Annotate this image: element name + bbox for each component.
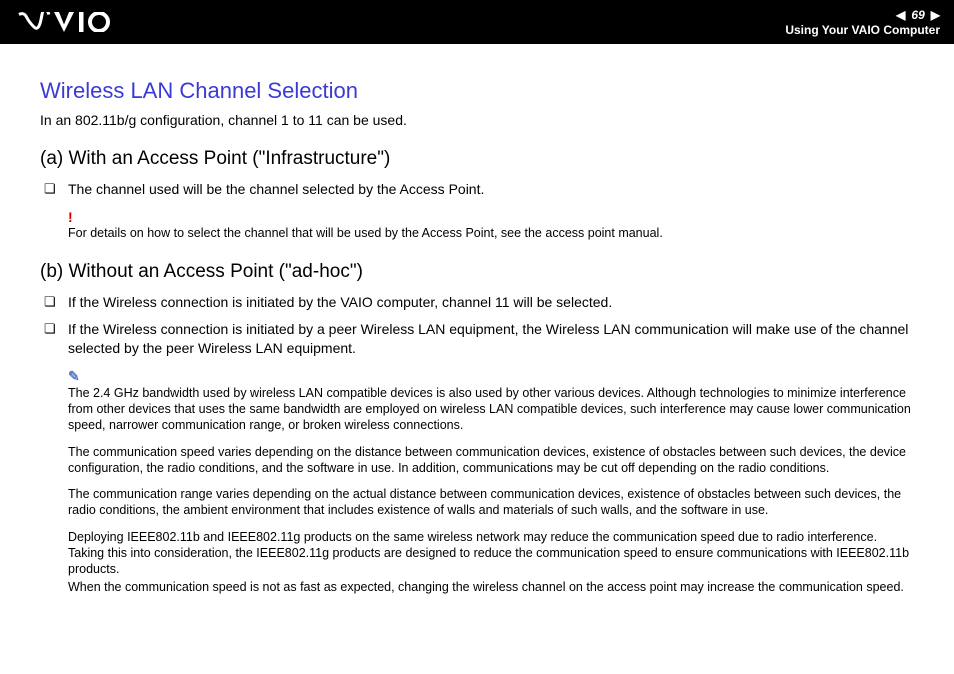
note-icon: ✎ (68, 368, 914, 385)
info-note-p4: Deploying IEEE802.11b and IEEE802.11g pr… (68, 529, 914, 578)
page-content: Wireless LAN Channel Selection In an 802… (0, 44, 954, 616)
list-item: The channel used will be the channel sel… (68, 180, 914, 199)
vaio-logo (14, 12, 124, 32)
list-item: If the Wireless connection is initiated … (68, 293, 914, 312)
info-note-p1: The 2.4 GHz bandwidth used by wireless L… (68, 385, 914, 434)
next-page-arrow-icon[interactable]: ▶ (931, 8, 940, 22)
header-section-title: Using Your VAIO Computer (785, 23, 940, 37)
section-b-bullets: If the Wireless connection is initiated … (40, 293, 914, 358)
intro-text: In an 802.11b/g configuration, channel 1… (40, 112, 914, 128)
info-note-p5: When the communication speed is not as f… (68, 579, 914, 595)
section-a-bullets: The channel used will be the channel sel… (40, 180, 914, 199)
page-nav: ◀ 69 ▶ (896, 8, 940, 22)
prev-page-arrow-icon[interactable]: ◀ (896, 8, 905, 22)
warning-note-text: For details on how to select the channel… (68, 225, 914, 241)
warning-icon: ! (68, 209, 914, 225)
list-item: If the Wireless connection is initiated … (68, 320, 914, 358)
header-right: ◀ 69 ▶ Using Your VAIO Computer (785, 8, 940, 37)
page-number: 69 (911, 8, 924, 22)
info-note-p2: The communication speed varies depending… (68, 444, 914, 477)
main-heading: Wireless LAN Channel Selection (40, 78, 914, 104)
section-b-heading: (b) Without an Access Point ("ad-hoc") (40, 261, 914, 283)
section-a-heading: (a) With an Access Point ("Infrastructur… (40, 148, 914, 170)
info-note-p3: The communication range varies depending… (68, 486, 914, 519)
info-note-block: ✎ The 2.4 GHz bandwidth used by wireless… (40, 368, 914, 596)
warning-note-block: ! For details on how to select the chann… (40, 209, 914, 241)
header-bar: ◀ 69 ▶ Using Your VAIO Computer (0, 0, 954, 44)
